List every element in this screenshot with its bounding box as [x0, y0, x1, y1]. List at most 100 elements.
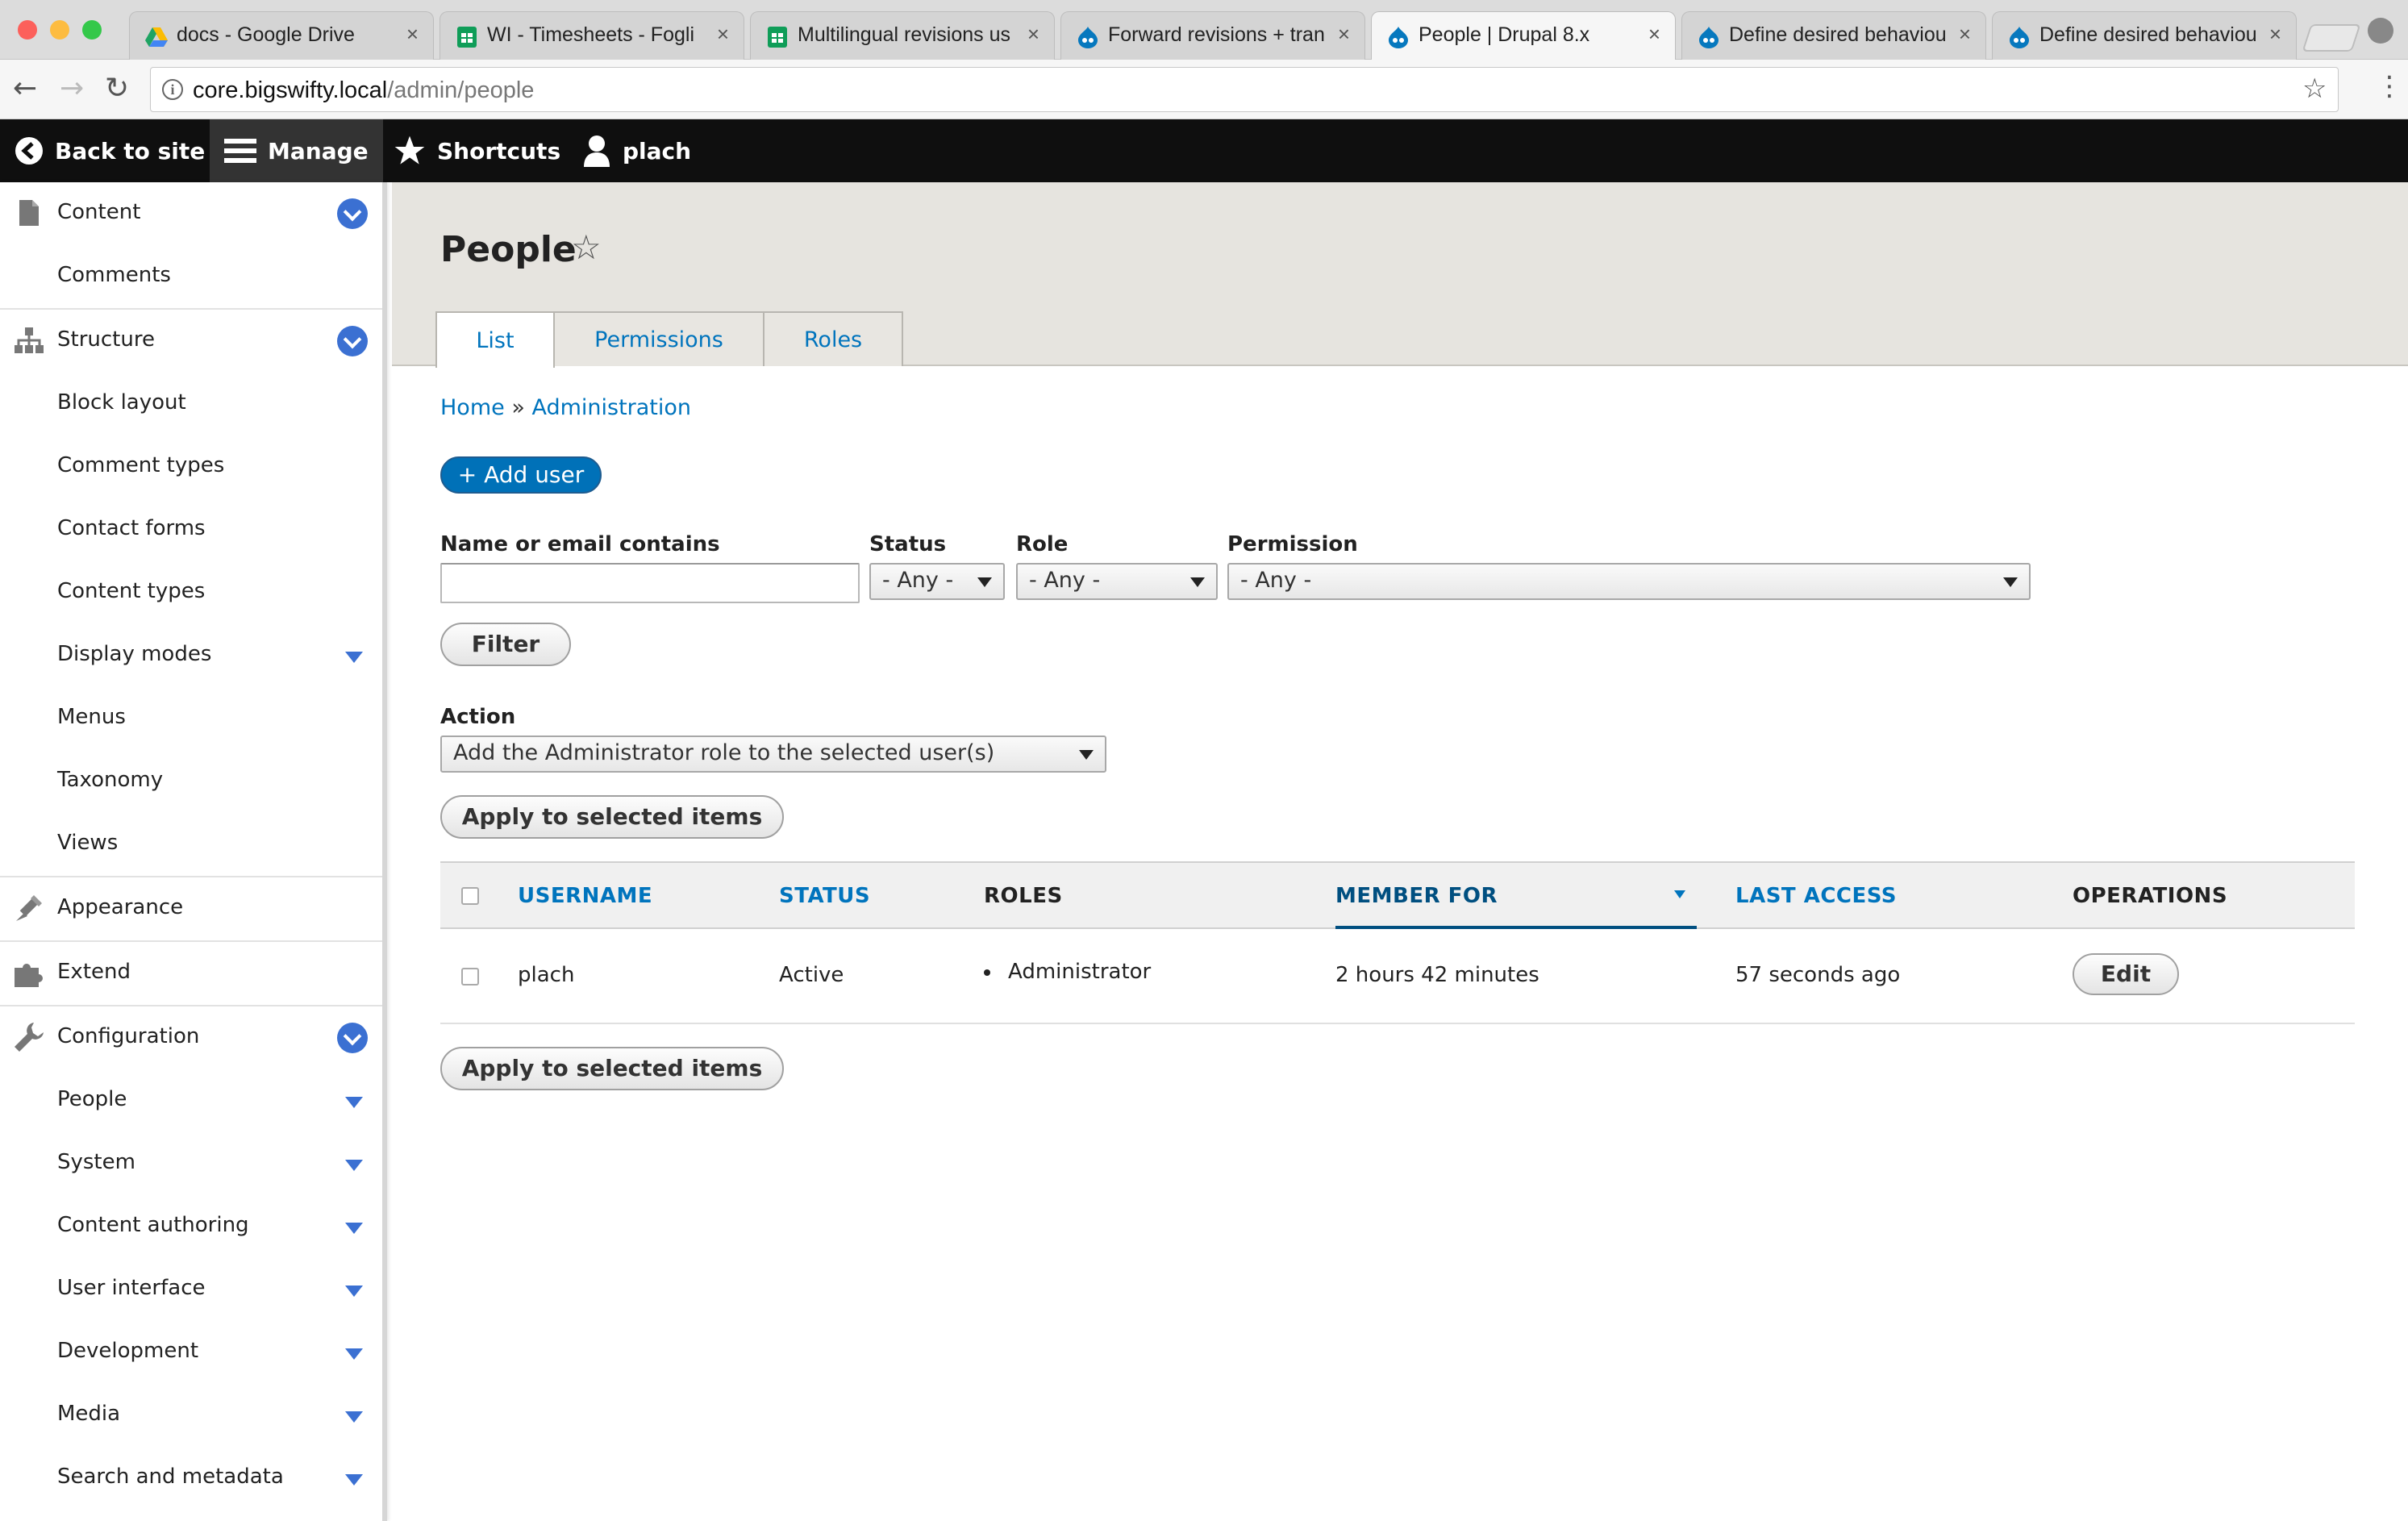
- sidebar-item-label: Content authoring: [57, 1213, 249, 1237]
- sidebar-item-display-modes[interactable]: Display modes: [0, 624, 382, 687]
- sidebar-item-user-interface[interactable]: User interface: [0, 1258, 382, 1321]
- close-window-button[interactable]: [18, 20, 37, 40]
- sidebar-item-comments[interactable]: Comments: [0, 245, 382, 308]
- column-header-status[interactable]: STATUS: [779, 884, 870, 908]
- add-user-button[interactable]: + Add user: [440, 456, 602, 494]
- expand-triangle-icon[interactable]: [345, 652, 363, 663]
- google-sheets-icon: [457, 27, 477, 48]
- sidebar-item-configuration[interactable]: Configuration: [0, 1005, 382, 1068]
- expand-triangle-icon[interactable]: [345, 1160, 363, 1171]
- sidebar-item-extend[interactable]: Extend: [0, 940, 382, 1003]
- sort-descending-icon[interactable]: [1674, 890, 1685, 898]
- browser-tab[interactable]: Multilingual revisions us ×: [750, 11, 1055, 60]
- close-tab-icon[interactable]: ×: [1027, 22, 1039, 47]
- manage-label: Manage: [268, 137, 369, 165]
- browser-tab[interactable]: WI - Timesheets - Fogli ×: [440, 11, 744, 60]
- sidebar-item-people[interactable]: People: [0, 1069, 382, 1132]
- close-tab-icon[interactable]: ×: [1959, 22, 1971, 47]
- tab-title: docs - Google Drive: [177, 23, 355, 46]
- address-bar[interactable]: i core.bigswifty.local/admin/people ☆: [150, 67, 2339, 112]
- expand-triangle-icon[interactable]: [345, 1097, 363, 1108]
- url-text[interactable]: core.bigswifty.local/admin/people: [193, 77, 534, 104]
- sidebar-item-taxonomy[interactable]: Taxonomy: [0, 750, 382, 813]
- column-header-username[interactable]: USERNAME: [518, 884, 652, 908]
- back-arrow-icon[interactable]: ←: [13, 74, 37, 103]
- sidebar-item-block-layout[interactable]: Block layout: [0, 373, 382, 435]
- tab-list[interactable]: List: [435, 311, 555, 368]
- close-tab-icon[interactable]: ×: [406, 22, 419, 47]
- expand-toggle-icon[interactable]: [337, 198, 368, 229]
- close-tab-icon[interactable]: ×: [1648, 22, 1660, 47]
- star-icon: [394, 135, 425, 165]
- profile-avatar-icon[interactable]: [2368, 18, 2393, 44]
- sidebar-item-development[interactable]: Development: [0, 1321, 382, 1384]
- status-filter-select[interactable]: - Any -: [869, 563, 1005, 600]
- expand-triangle-icon[interactable]: [345, 1223, 363, 1234]
- sidebar-item-content-types[interactable]: Content types: [0, 561, 382, 624]
- wrench-icon: [15, 1023, 44, 1052]
- manage-tab[interactable]: Manage: [210, 119, 383, 182]
- bulk-action-select[interactable]: Add the Administrator role to the select…: [440, 735, 1106, 773]
- reload-icon[interactable]: ↻: [105, 74, 129, 103]
- chevron-down-icon: [977, 577, 992, 587]
- browser-tab[interactable]: Define desired behaviou ×: [1681, 11, 1986, 60]
- expand-triangle-icon[interactable]: [345, 1348, 363, 1360]
- puzzle-icon: [15, 964, 43, 987]
- browser-tab[interactable]: Define desired behaviou ×: [1992, 11, 2297, 60]
- sidebar-item-appearance[interactable]: Appearance: [0, 876, 382, 939]
- tab-permissions[interactable]: Permissions: [553, 311, 764, 366]
- breadcrumb-separator: »: [511, 395, 525, 420]
- expand-toggle-icon[interactable]: [337, 326, 368, 356]
- edit-button[interactable]: Edit: [2073, 953, 2179, 995]
- sidebar-item-system[interactable]: System: [0, 1132, 382, 1195]
- drupal-icon: [1078, 27, 1098, 48]
- sidebar-item-contact-forms[interactable]: Contact forms: [0, 498, 382, 561]
- forward-arrow-icon[interactable]: →: [60, 74, 84, 103]
- zoom-window-button[interactable]: [82, 20, 102, 40]
- sidebar-item-content-authoring[interactable]: Content authoring: [0, 1195, 382, 1258]
- select-all-checkbox[interactable]: [461, 887, 479, 905]
- back-arrow-circle-icon: [15, 137, 43, 165]
- sidebar-item-content[interactable]: Content: [0, 182, 382, 245]
- browser-tab-active[interactable]: People | Drupal 8.x ×: [1371, 11, 1676, 61]
- tab-roles[interactable]: Roles: [763, 311, 903, 366]
- close-tab-icon[interactable]: ×: [2269, 22, 2281, 47]
- shortcut-star-icon[interactable]: ☆: [571, 227, 602, 267]
- close-tab-icon[interactable]: ×: [1338, 22, 1350, 47]
- minimize-window-button[interactable]: [50, 20, 69, 40]
- back-to-site-link[interactable]: Back to site: [0, 119, 219, 182]
- close-tab-icon[interactable]: ×: [717, 22, 729, 47]
- sidebar-item-views[interactable]: Views: [0, 813, 382, 876]
- filter-button[interactable]: Filter: [440, 623, 571, 666]
- apply-to-selected-button-bottom[interactable]: Apply to selected items: [440, 1047, 784, 1090]
- permission-filter-select[interactable]: - Any -: [1227, 563, 2031, 600]
- breadcrumb-administration-link[interactable]: Administration: [531, 395, 691, 420]
- browser-tab[interactable]: Forward revisions + tran ×: [1060, 11, 1365, 60]
- expand-triangle-icon[interactable]: [345, 1286, 363, 1297]
- new-tab-button[interactable]: [2302, 24, 2361, 52]
- file-icon: [19, 200, 39, 226]
- name-email-filter-input[interactable]: [440, 563, 860, 603]
- browser-tab[interactable]: docs - Google Drive ×: [129, 11, 434, 60]
- username-link[interactable]: plach: [518, 963, 574, 987]
- expand-toggle-icon[interactable]: [337, 1023, 368, 1053]
- shortcuts-tab[interactable]: Shortcuts: [379, 119, 575, 182]
- breadcrumb-home-link[interactable]: Home: [440, 395, 505, 420]
- column-header-last-access[interactable]: LAST ACCESS: [1735, 884, 1897, 908]
- user-tab[interactable]: plach: [568, 119, 706, 182]
- info-icon[interactable]: i: [162, 79, 183, 100]
- sidebar-item-search-and-metadata[interactable]: Search and metadata: [0, 1447, 382, 1510]
- apply-to-selected-button[interactable]: Apply to selected items: [440, 795, 784, 839]
- browser-menu-icon[interactable]: ⋮: [2376, 73, 2403, 100]
- name-filter-label: Name or email contains: [440, 532, 720, 556]
- expand-triangle-icon[interactable]: [345, 1474, 363, 1486]
- column-header-member-for[interactable]: MEMBER FOR: [1335, 884, 1498, 908]
- role-filter-select[interactable]: - Any -: [1016, 563, 1218, 600]
- expand-triangle-icon[interactable]: [345, 1411, 363, 1423]
- sidebar-item-menus[interactable]: Menus: [0, 687, 382, 750]
- row-select-checkbox[interactable]: [461, 968, 479, 986]
- sidebar-item-media[interactable]: Media: [0, 1384, 382, 1447]
- bookmark-star-icon[interactable]: ☆: [2302, 73, 2327, 105]
- sidebar-item-structure[interactable]: Structure: [0, 308, 382, 371]
- sidebar-item-comment-types[interactable]: Comment types: [0, 435, 382, 498]
